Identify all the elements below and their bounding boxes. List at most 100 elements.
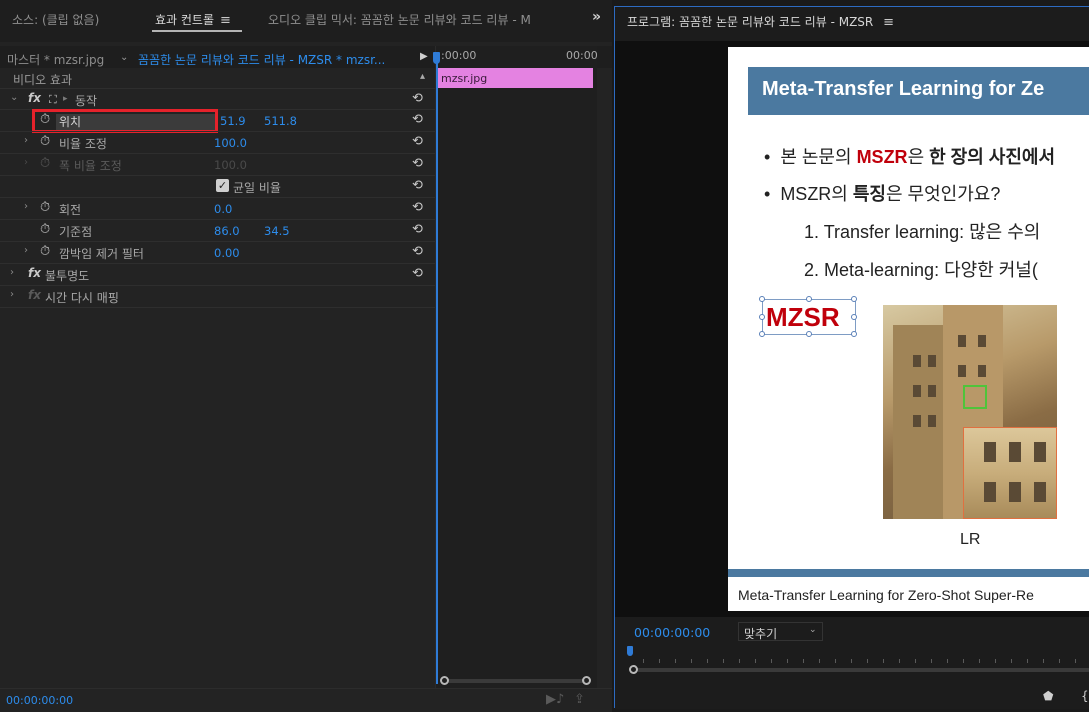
stopwatch-icon[interactable]: ⏱	[40, 244, 50, 259]
scroll-track[interactable]	[447, 679, 585, 683]
fx-icon[interactable]: fx	[28, 266, 41, 280]
transform-handle[interactable]	[851, 296, 857, 302]
scroll-handle-left[interactable]	[440, 676, 449, 685]
time-remapping-effect-row[interactable]: › fx 시간 다시 매핑	[0, 286, 435, 307]
time-remapping-label: 시간 다시 매핑	[45, 291, 119, 305]
stopwatch-icon[interactable]: ⏱	[40, 200, 50, 215]
audio-play-icon[interactable]: ▶♪	[546, 692, 564, 707]
chevron-right-icon[interactable]: ›	[10, 267, 14, 278]
bullet-1-highlight: MSZR	[856, 147, 908, 167]
scroll-handle-left[interactable]	[629, 665, 638, 674]
time-ruler[interactable]: :00:00 00:00	[436, 46, 598, 68]
reset-icon[interactable]: ⟲	[412, 134, 423, 149]
clip-bar[interactable]: mzsr.jpg	[438, 68, 593, 88]
ruler-start-time: :00:00	[441, 49, 477, 62]
scale-property-row[interactable]: › ⏱ 비율 조정 100.0 ⟲	[0, 132, 435, 153]
program-playhead[interactable]	[627, 646, 633, 656]
master-clip-label[interactable]: 마스터 * mzsr.jpg	[7, 51, 104, 68]
chevron-down-icon[interactable]: ⌄	[10, 92, 18, 103]
reset-icon[interactable]: ⟲	[412, 200, 423, 215]
mzsr-text-overlay[interactable]: MZSR	[759, 296, 857, 337]
scroll-handle-right[interactable]	[582, 676, 591, 685]
anti-flicker-property-row[interactable]: › ⏱ 깜박임 제거 필터 0.00 ⟲	[0, 242, 435, 263]
reset-icon[interactable]: ⟲	[412, 266, 423, 281]
chevron-right-icon[interactable]: ›	[24, 201, 28, 212]
ruler-tick	[691, 659, 692, 663]
play-arrow-icon[interactable]: ▶	[420, 51, 428, 62]
program-monitor-panel: 프로그램: 꼼꼼한 논문 리뷰와 코드 리뷰 - MZSR ≡ Meta-Tra…	[614, 6, 1089, 709]
divider	[0, 307, 435, 308]
bullet-2-text-c: 은 무엇인가요?	[886, 184, 1001, 204]
mark-in-icon[interactable]: {	[1081, 689, 1089, 703]
ruler-tick	[1011, 659, 1012, 663]
anchor-point-label: 기준점	[59, 225, 93, 239]
scroll-up-icon[interactable]: ▴	[420, 71, 425, 82]
position-y-value[interactable]: 511.8	[264, 114, 297, 128]
scale-value[interactable]: 100.0	[214, 136, 247, 150]
slide-footer-bar	[728, 569, 1089, 577]
program-monitor-title[interactable]: 프로그램: 꼼꼼한 논문 리뷰와 코드 리뷰 - MZSR ≡	[627, 13, 894, 30]
reset-icon[interactable]: ⟲	[412, 244, 423, 259]
stopwatch-icon[interactable]: ⏱	[40, 134, 50, 149]
chevron-right-icon[interactable]: ›	[24, 245, 28, 256]
sequence-clip-label[interactable]: 꼼꼼한 논문 리뷰와 코드 리뷰 - MZSR * mzsr...	[138, 51, 385, 68]
overflow-chevron-icon[interactable]: »	[592, 9, 601, 25]
fx-icon[interactable]: fx	[28, 91, 41, 105]
playhead-timecode[interactable]: 00:00:00:00	[634, 625, 710, 640]
stopwatch-icon[interactable]: ⏱	[40, 222, 50, 237]
current-time-display[interactable]: 00:00:00:00	[6, 694, 73, 707]
zoom-level-select[interactable]: 맞추기 ⌄	[738, 622, 823, 641]
tab-source[interactable]: 소스: (클립 없음)	[12, 11, 99, 28]
chevron-right-icon[interactable]: ›	[10, 289, 14, 300]
motion-effect-row[interactable]: ⌄ fx ⛶ ▸ 동작 ⟲	[0, 89, 435, 110]
tab-effect-controls[interactable]: 효과 컨트롤 ≡	[155, 11, 231, 28]
reset-icon[interactable]: ⟲	[412, 112, 423, 127]
uniform-scale-row[interactable]: ✓ 균일 비율 ⟲	[0, 176, 435, 197]
scroll-track[interactable]	[637, 668, 1089, 672]
window-shape	[958, 335, 966, 347]
chevron-down-icon[interactable]: ⌄	[120, 52, 128, 63]
transform-handle[interactable]	[851, 314, 857, 320]
hamburger-menu-icon[interactable]: ≡	[220, 13, 231, 28]
transform-handle[interactable]	[759, 314, 765, 320]
zoomed-inset	[963, 427, 1057, 519]
marker-icon[interactable]: ⬟	[1043, 689, 1053, 703]
ruler-tick	[707, 659, 708, 663]
reset-icon[interactable]: ⟲	[412, 156, 423, 171]
anti-flicker-value[interactable]: 0.00	[214, 246, 240, 260]
window-shape	[928, 355, 936, 367]
rotation-property-row[interactable]: › ⏱ 회전 0.0 ⟲	[0, 198, 435, 219]
transform-box-icon[interactable]: ⛶	[49, 93, 57, 107]
playhead-line[interactable]	[436, 54, 438, 684]
program-scrollbar[interactable]	[629, 665, 1089, 675]
opacity-effect-row[interactable]: › fx 불투명도 ⟲	[0, 264, 435, 285]
transform-handle[interactable]	[759, 296, 765, 302]
transform-handle[interactable]	[806, 296, 812, 302]
transform-handle[interactable]	[806, 331, 812, 337]
anchor-x-value[interactable]: 86.0	[214, 224, 240, 238]
chevron-right-icon[interactable]: ›	[24, 135, 28, 146]
rotation-value[interactable]: 0.0	[214, 202, 232, 216]
hamburger-menu-icon[interactable]: ≡	[883, 15, 894, 30]
video-preview[interactable]: Meta-Transfer Learning for Ze • 본 논문의 MS…	[615, 41, 1089, 617]
reset-icon[interactable]: ⟲	[412, 91, 423, 106]
playhead-marker[interactable]	[433, 52, 440, 64]
window-shape	[1009, 482, 1021, 502]
reset-icon[interactable]: ⟲	[412, 222, 423, 237]
transform-handle[interactable]	[759, 331, 765, 337]
ruler-tick	[1027, 659, 1028, 663]
anchor-y-value[interactable]: 34.5	[264, 224, 290, 238]
window-shape	[1009, 442, 1021, 462]
effect-controls-timeline[interactable]: :00:00 00:00 mzsr.jpg	[433, 46, 598, 688]
reset-icon[interactable]: ⟲	[412, 178, 423, 193]
anchor-point-property-row[interactable]: ⏱ 기준점 86.0 34.5 ⟲	[0, 220, 435, 241]
tab-audio-clip-mixer[interactable]: 오디오 클립 믹서: 꼼꼼한 논문 리뷰와 코드 리뷰 - M	[268, 11, 531, 28]
uniform-scale-checkbox[interactable]: ✓	[216, 179, 229, 192]
timeline-scrollbar[interactable]	[440, 676, 591, 685]
export-icon[interactable]: ⇪	[574, 692, 585, 707]
fx-icon: fx	[28, 288, 41, 302]
anti-flicker-label: 깜박임 제거 필터	[59, 247, 144, 261]
window-shape	[928, 415, 936, 427]
position-x-value[interactable]: 51.9	[220, 114, 246, 128]
transform-handle[interactable]	[851, 331, 857, 337]
